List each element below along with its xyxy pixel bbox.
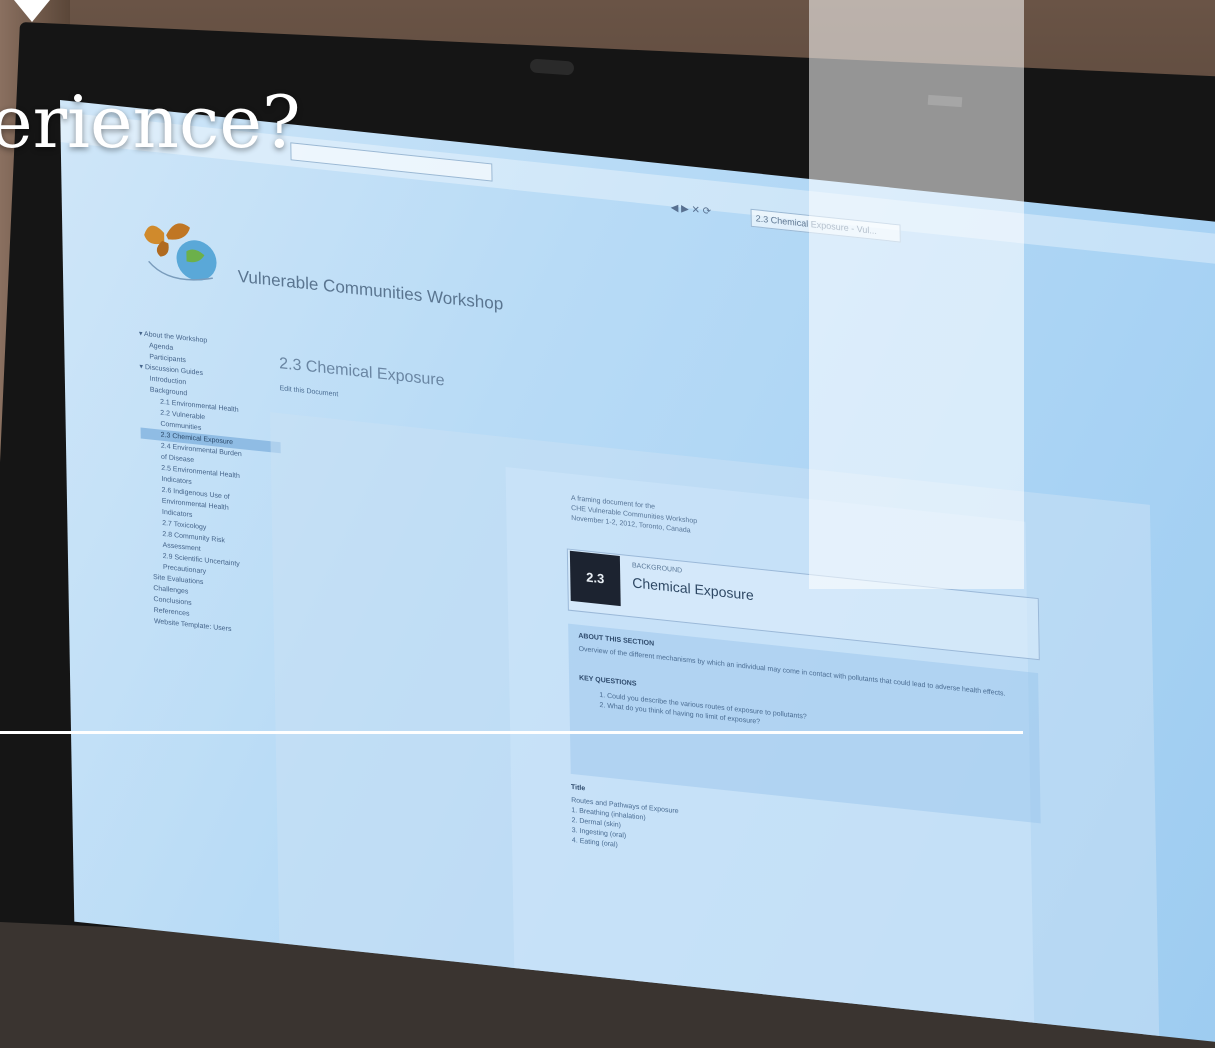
overlay-translucent-panel <box>809 0 1024 589</box>
overlay-heading: erience? <box>0 80 301 164</box>
overlay-divider-line <box>0 731 1023 734</box>
site-title: Vulnerable Communities Workshop <box>237 266 504 314</box>
edit-link[interactable]: Edit this Document <box>280 385 339 398</box>
sidebar-nav: ▾ About the Workshop Agenda Participants ▾ … <box>139 328 284 640</box>
title-label: Title <box>570 783 586 793</box>
overlay-triangle-marker <box>14 0 50 22</box>
webcam <box>529 58 575 76</box>
butterfly-globe-logo <box>144 223 217 281</box>
section-number: 2.3 <box>569 550 621 607</box>
monitor-screen: ◀ ▶ ✕ ⟳ 2.3 Chemical Exposure - Vul... V… <box>60 100 1215 1048</box>
page-title: 2.3 Chemical Exposure <box>279 355 445 390</box>
